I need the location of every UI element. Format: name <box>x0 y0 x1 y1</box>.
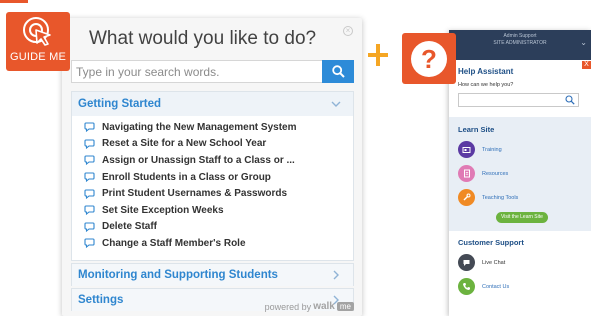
customer-support-title: Customer Support <box>458 238 524 247</box>
support-item-label: Live Chat <box>482 259 506 266</box>
list-item-label: Delete Staff <box>102 221 158 233</box>
search-button[interactable] <box>322 60 354 83</box>
question-mark-icon: ? <box>411 40 447 77</box>
learn-item-resources[interactable]: Resources <box>458 165 508 182</box>
chevron-right-icon <box>327 268 345 282</box>
list-item[interactable]: Assign or Unassign Staff to a Class or .… <box>84 152 353 169</box>
list-item[interactable]: Reset a Site for a New School Year <box>84 136 353 153</box>
section-monitoring: Monitoring and Supporting Students <box>71 263 354 286</box>
resources-icon <box>458 165 475 182</box>
visit-learn-site-button[interactable]: Visit the Learn Site <box>496 212 548 223</box>
learn-item-label: Teaching Tools <box>482 194 519 201</box>
panel-title: What would you like to do? <box>89 28 317 49</box>
learn-item-label: Training <box>482 146 502 153</box>
list-item-label: Enroll Students in a Class or Group <box>102 171 271 183</box>
support-item-contact-us[interactable]: Contact Us <box>458 278 509 295</box>
search-icon[interactable] <box>563 93 577 107</box>
section-header-getting-started[interactable]: Getting Started <box>72 92 353 116</box>
training-icon <box>458 141 475 158</box>
close-button[interactable]: X <box>582 61 591 69</box>
speech-bubble-icon <box>84 222 95 232</box>
search-input[interactable] <box>71 60 323 83</box>
list-item-label: Set Site Exception Weeks <box>102 204 224 216</box>
walkthrough-list: Navigating the New Management System Res… <box>72 116 353 252</box>
header-user-role: SITE ADMINISTRATOR <box>493 40 547 46</box>
list-item[interactable]: Change a Staff Member's Role <box>84 235 353 252</box>
question-glyph: ? <box>421 43 437 74</box>
help-assistant-title: Help Assistant <box>458 67 514 76</box>
list-item[interactable]: Print Student Usernames & Passwords <box>84 185 353 202</box>
app-header-bar: Admin Support SITE ADMINISTRATOR ⌄ <box>449 30 591 60</box>
cursor-click-icon <box>23 17 51 46</box>
list-item[interactable]: Delete Staff <box>84 219 353 236</box>
list-item-label: Assign or Unassign Staff to a Class or .… <box>102 154 295 166</box>
speech-bubble-icon <box>84 205 95 216</box>
speech-bubble-icon <box>84 155 95 166</box>
section-label: Getting Started <box>78 98 162 110</box>
list-item[interactable]: Set Site Exception Weeks <box>84 202 353 219</box>
speech-bubble-icon <box>84 238 95 249</box>
header-user-name: Admin Support <box>503 33 537 39</box>
speech-bubble-icon <box>84 139 95 149</box>
plus-icon <box>368 44 388 66</box>
support-item-live-chat[interactable]: Live Chat <box>458 254 505 271</box>
speech-bubble-icon <box>84 172 95 183</box>
help-assistant-panel: Admin Support SITE ADMINISTRATOR ⌄ X Hel… <box>449 30 591 316</box>
chevron-down-icon <box>327 97 345 111</box>
speech-bubble-icon <box>84 122 95 133</box>
list-item-label: Navigating the New Management System <box>102 121 297 133</box>
list-item[interactable]: Navigating the New Management System <box>84 119 353 136</box>
top-accent-line <box>0 0 28 3</box>
search-icon <box>331 65 345 78</box>
section-label: Settings <box>78 294 124 306</box>
section-getting-started: Getting Started Navigating the New Manag… <box>71 91 354 261</box>
teaching-tools-icon <box>458 189 475 206</box>
learn-item-label: Resources <box>482 170 509 177</box>
brand-badge: me <box>336 302 354 311</box>
chat-icon <box>458 254 475 271</box>
help-button[interactable]: ? <box>402 33 456 84</box>
brand-name: walk <box>313 301 335 312</box>
list-item-label: Reset a Site for a New School Year <box>102 138 267 150</box>
guide-me-button[interactable]: GUIDE ME <box>6 12 70 71</box>
learn-item-training[interactable]: Training <box>458 141 502 158</box>
chevron-down-icon[interactable]: ⌄ <box>580 39 587 47</box>
speech-bubble-icon <box>84 189 95 199</box>
help-search-input[interactable] <box>458 93 579 107</box>
section-header-monitoring[interactable]: Monitoring and Supporting Students <box>72 264 353 286</box>
guide-me-label: GUIDE ME <box>10 51 66 63</box>
help-prompt: How can we help you? <box>458 82 514 88</box>
learn-site-title: Learn Site <box>458 125 495 134</box>
phone-icon <box>458 278 475 295</box>
list-item[interactable]: Enroll Students in a Class or Group <box>84 169 353 186</box>
list-item-label: Change a Staff Member's Role <box>102 237 246 249</box>
close-icon[interactable]: × <box>343 26 353 36</box>
walkme-panel: What would you like to do? × Getting Sta… <box>62 18 362 316</box>
list-item-label: Print Student Usernames & Passwords <box>102 188 288 200</box>
powered-by-footer: powered by walk me <box>265 301 354 312</box>
learn-item-teaching-tools[interactable]: Teaching Tools <box>458 189 518 206</box>
section-label: Monitoring and Supporting Students <box>78 269 278 281</box>
support-item-label: Contact Us <box>482 283 510 290</box>
powered-by-text: powered by <box>264 301 312 312</box>
